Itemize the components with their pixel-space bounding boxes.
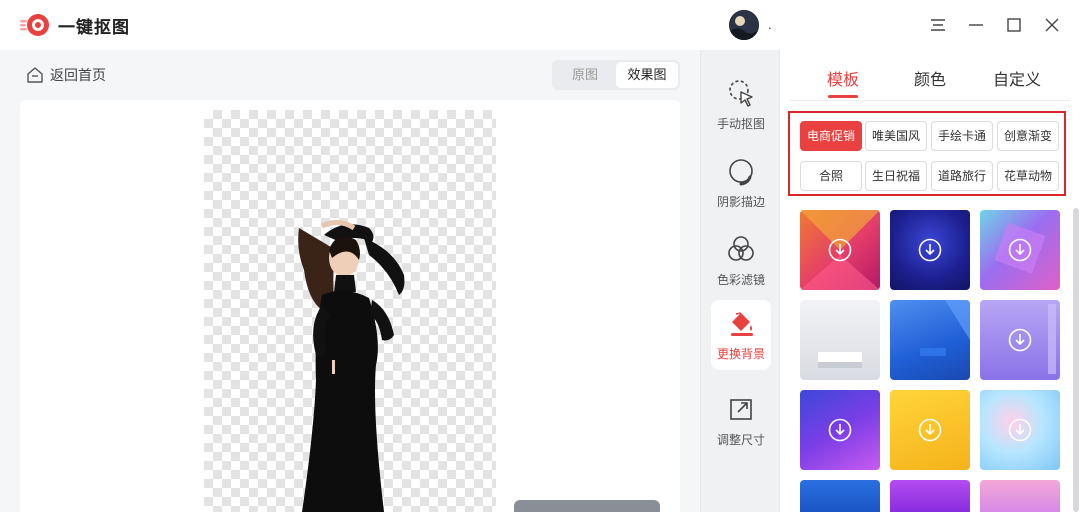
download-icon	[1008, 328, 1032, 352]
category-road-travel[interactable]: 道路旅行	[931, 161, 993, 191]
template-thumbnail[interactable]	[800, 390, 880, 470]
tab-templates[interactable]: 模板	[827, 66, 859, 90]
tool-color-filter[interactable]: 色彩滤镜	[711, 226, 771, 296]
category-gradient[interactable]: 创意渐变	[997, 121, 1059, 151]
category-ecommerce[interactable]: 电商促销	[800, 121, 862, 151]
category-birthday[interactable]: 生日祝福	[865, 161, 927, 191]
tab-result[interactable]: 效果图	[616, 62, 678, 88]
canvas-panel	[20, 100, 680, 512]
category-group-photo[interactable]: 合照	[800, 161, 862, 191]
avatar-image-icon	[729, 10, 759, 40]
menu-button[interactable]	[926, 13, 950, 37]
tool-shadow-stroke[interactable]: 阴影描边	[711, 148, 771, 218]
tool-label: 手动抠图	[716, 117, 765, 131]
template-thumbnail[interactable]	[890, 300, 970, 380]
template-thumbnail[interactable]	[800, 300, 880, 380]
minimize-button[interactable]	[964, 13, 988, 37]
tool-resize[interactable]: 调整尺寸	[711, 386, 771, 456]
paint-bucket-icon	[731, 312, 753, 336]
template-thumbnail[interactable]	[890, 390, 970, 470]
active-tab-indicator	[828, 95, 858, 98]
view-toggle: 原图 效果图	[552, 60, 680, 90]
category-chinese-style[interactable]: 唯美国风	[865, 121, 927, 151]
template-thumbnail[interactable]	[980, 300, 1060, 380]
tool-label: 色彩滤镜	[716, 273, 765, 287]
tabs-divider	[790, 100, 1070, 101]
close-icon	[1045, 18, 1059, 32]
category-cartoon[interactable]: 手绘卡通	[931, 121, 993, 151]
podium-pattern	[920, 300, 970, 356]
color-filter-icon	[728, 236, 754, 261]
download-icon	[918, 418, 942, 442]
panel-scrollbar[interactable]	[1073, 208, 1079, 512]
template-panel: 模板 颜色 自定义 电商促销 唯美国风 手绘卡通 创意渐变 合照 生日祝福 道路…	[780, 50, 1080, 512]
close-button[interactable]	[1040, 13, 1064, 37]
tool-manual-cutout[interactable]: 手动抠图	[711, 70, 771, 140]
minimize-icon	[969, 24, 983, 26]
template-thumbnail[interactable]	[980, 480, 1060, 512]
cursor-lasso-icon	[729, 80, 753, 107]
username: .	[768, 17, 772, 32]
download-icon	[828, 418, 852, 442]
app-title: 一键抠图	[58, 18, 130, 37]
tab-original[interactable]: 原图	[554, 62, 616, 88]
title-bar: 一键抠图 .	[0, 0, 1080, 50]
template-thumbnail[interactable]	[800, 480, 880, 512]
cutout-person-image	[298, 220, 405, 512]
tool-label: 阴影描边	[716, 195, 765, 209]
category-selector: 电商促销 唯美国风 手绘卡通 创意渐变 合照 生日祝福 道路旅行 花草动物	[788, 111, 1066, 196]
menu-icon	[931, 19, 945, 31]
tool-label: 更换背景	[716, 347, 765, 361]
maximize-icon	[1007, 18, 1021, 32]
back-home-label: 返回首页	[50, 67, 106, 83]
podium-pattern	[818, 352, 862, 368]
template-thumbnail[interactable]	[890, 480, 970, 512]
template-thumbnail[interactable]	[890, 210, 970, 290]
app-logo-icon	[20, 14, 49, 36]
template-thumbnail[interactable]	[980, 210, 1060, 290]
download-icon	[918, 238, 942, 262]
tool-change-background[interactable]: 更换背景	[711, 300, 771, 370]
tab-colors[interactable]: 颜色	[914, 66, 946, 90]
home-icon	[27, 67, 43, 83]
tool-sidebar: 手动抠图 阴影描边 色彩滤镜 更换背景 调整尺寸	[700, 50, 780, 512]
maximize-button[interactable]	[1002, 13, 1026, 37]
canvas-floating-toolbar[interactable]	[514, 500, 660, 512]
download-icon	[828, 238, 852, 262]
back-home-link[interactable]: 返回首页	[26, 64, 106, 86]
shadow-stroke-icon	[729, 159, 753, 186]
category-flowers-animals[interactable]: 花草动物	[997, 161, 1059, 191]
tab-custom[interactable]: 自定义	[992, 66, 1042, 90]
avatar[interactable]	[729, 10, 759, 40]
download-icon	[1008, 418, 1032, 442]
tool-label: 调整尺寸	[716, 433, 765, 447]
template-thumbnail[interactable]	[980, 390, 1060, 470]
app-window: 一键抠图 . 返回首页 原图 效果图 手动抠图 阴影描边 色彩滤镜 更换背景 调…	[0, 0, 1080, 512]
resize-icon	[730, 399, 752, 420]
template-thumbnail[interactable]	[800, 210, 880, 290]
download-icon	[1008, 238, 1032, 262]
transparent-canvas[interactable]	[204, 110, 496, 512]
